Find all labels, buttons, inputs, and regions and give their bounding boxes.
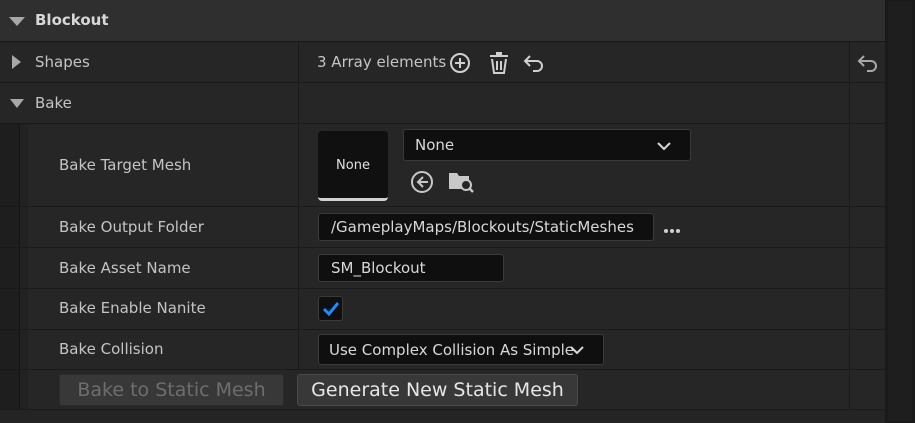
target-mesh-combo[interactable]: None bbox=[403, 129, 691, 161]
property-row-bake-enable-nanite: Bake Enable Nanite bbox=[0, 289, 885, 330]
bake-collision-label: Bake Collision bbox=[59, 340, 164, 358]
generate-new-static-mesh-button[interactable]: Generate New Static Mesh bbox=[297, 374, 578, 406]
category-title: Blockout bbox=[35, 11, 109, 29]
trash-icon[interactable] bbox=[488, 51, 510, 75]
bake-enable-nanite-label: Bake Enable Nanite bbox=[59, 299, 206, 317]
indent-strip bbox=[20, 124, 28, 206]
indent-strip bbox=[20, 248, 28, 288]
expand-arrow-icon[interactable] bbox=[9, 17, 25, 26]
output-folder-input[interactable]: /GameplayMaps/Blockouts/StaticMeshes bbox=[318, 213, 654, 241]
reset-column bbox=[849, 330, 885, 369]
reset-column bbox=[849, 83, 885, 123]
array-count-text: 3 Array elements bbox=[317, 53, 447, 71]
enable-nanite-checkbox[interactable] bbox=[318, 296, 343, 321]
indent-strip bbox=[20, 330, 28, 369]
use-selected-asset-icon[interactable] bbox=[409, 169, 435, 195]
browse-folder-icon[interactable] bbox=[447, 169, 475, 195]
shapes-label: Shapes bbox=[35, 53, 90, 71]
reset-to-default-icon[interactable] bbox=[857, 53, 879, 73]
indent-strip bbox=[20, 289, 28, 329]
expand-arrow-icon[interactable] bbox=[12, 55, 21, 69]
indent-strip bbox=[0, 289, 20, 329]
reset-column bbox=[849, 207, 885, 247]
indent-strip bbox=[0, 248, 20, 288]
bake-output-folder-label: Bake Output Folder bbox=[59, 218, 204, 236]
indent-strip bbox=[20, 370, 28, 409]
combo-value: Use Complex Collision As Simple bbox=[329, 341, 575, 359]
chevron-down-icon bbox=[570, 346, 584, 355]
asset-name-input[interactable]: SM_Blockout bbox=[318, 254, 504, 282]
add-element-icon[interactable] bbox=[449, 52, 471, 74]
indent-strip bbox=[0, 207, 20, 247]
more-options-icon[interactable] bbox=[662, 226, 682, 236]
reset-arrow-icon[interactable] bbox=[523, 53, 545, 73]
mesh-thumbnail[interactable]: None bbox=[318, 131, 388, 201]
collision-combo[interactable]: Use Complex Collision As Simple bbox=[318, 334, 604, 365]
reset-column bbox=[849, 124, 885, 206]
scrollbar-thumb[interactable] bbox=[888, 2, 912, 421]
chevron-down-icon bbox=[657, 142, 671, 151]
reset-column bbox=[849, 248, 885, 288]
indent-strip bbox=[0, 124, 20, 206]
reset-column bbox=[849, 370, 885, 409]
combo-value: None bbox=[415, 136, 455, 154]
bake-target-mesh-label: Bake Target Mesh bbox=[59, 156, 192, 174]
checkmark-icon bbox=[322, 302, 340, 317]
indent-strip bbox=[0, 330, 20, 369]
thumbnail-text: None bbox=[336, 158, 370, 173]
property-row-shapes: Shapes 3 Array elements bbox=[0, 42, 885, 83]
bake-to-static-mesh-button[interactable]: Bake to Static Mesh bbox=[59, 374, 284, 406]
reset-column bbox=[849, 289, 885, 329]
category-header-blockout[interactable]: Blockout bbox=[0, 0, 885, 42]
bake-asset-name-label: Bake Asset Name bbox=[59, 259, 191, 277]
indent-strip bbox=[0, 370, 20, 409]
collapse-arrow-icon[interactable] bbox=[10, 99, 24, 108]
indent-strip bbox=[20, 207, 28, 247]
property-row-bake: Bake bbox=[0, 83, 885, 124]
bake-label: Bake bbox=[35, 94, 72, 112]
